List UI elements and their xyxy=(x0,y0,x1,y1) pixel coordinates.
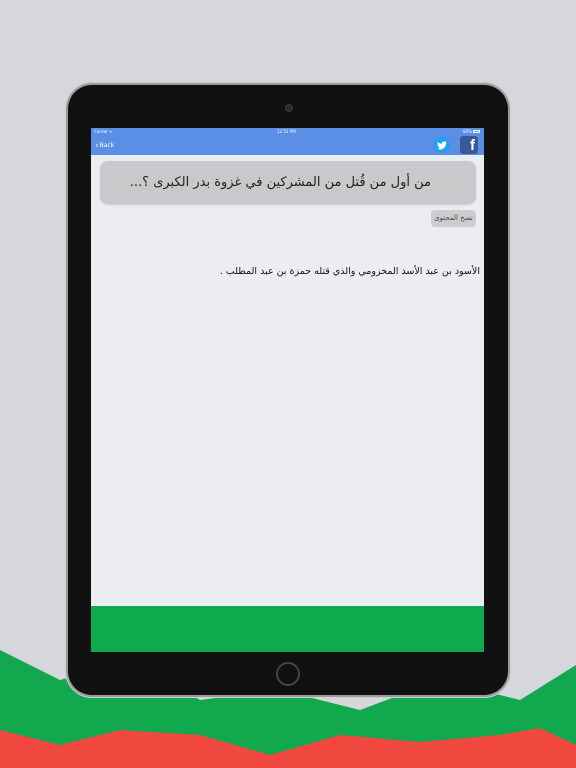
battery-icon xyxy=(473,130,480,133)
nav-bar: ‹Back f xyxy=(91,135,484,155)
chevron-left-icon: ‹ xyxy=(95,141,99,151)
facebook-icon: f xyxy=(470,137,475,154)
back-button[interactable]: ‹Back xyxy=(95,140,114,151)
footer-banner xyxy=(91,606,484,652)
twitter-icon xyxy=(437,140,447,149)
answer-text: الأسود بن عبد الأسد المخزومي والذي قتله … xyxy=(219,266,480,277)
copy-content-button[interactable]: نسخ المحتوى xyxy=(431,210,476,227)
app-screen: Carrier ᯤ 12:52 PM 80% ‹Back f من أول من… xyxy=(91,128,484,652)
facebook-share-button[interactable]: f xyxy=(460,136,478,154)
home-button[interactable] xyxy=(276,662,300,686)
back-label: Back xyxy=(99,142,115,149)
carrier-label: Carrier ᯤ xyxy=(94,129,113,134)
clock: 12:52 PM xyxy=(277,129,296,134)
question-text: من أول من قُتل من المشركين في غزوة بدر ا… xyxy=(129,175,431,190)
twitter-share-button[interactable] xyxy=(434,137,450,153)
camera-icon xyxy=(285,104,293,112)
battery-percent: 80% xyxy=(463,129,472,134)
status-bar: Carrier ᯤ 12:52 PM 80% xyxy=(91,128,484,135)
question-card: من أول من قُتل من المشركين في غزوة بدر ا… xyxy=(100,161,476,204)
